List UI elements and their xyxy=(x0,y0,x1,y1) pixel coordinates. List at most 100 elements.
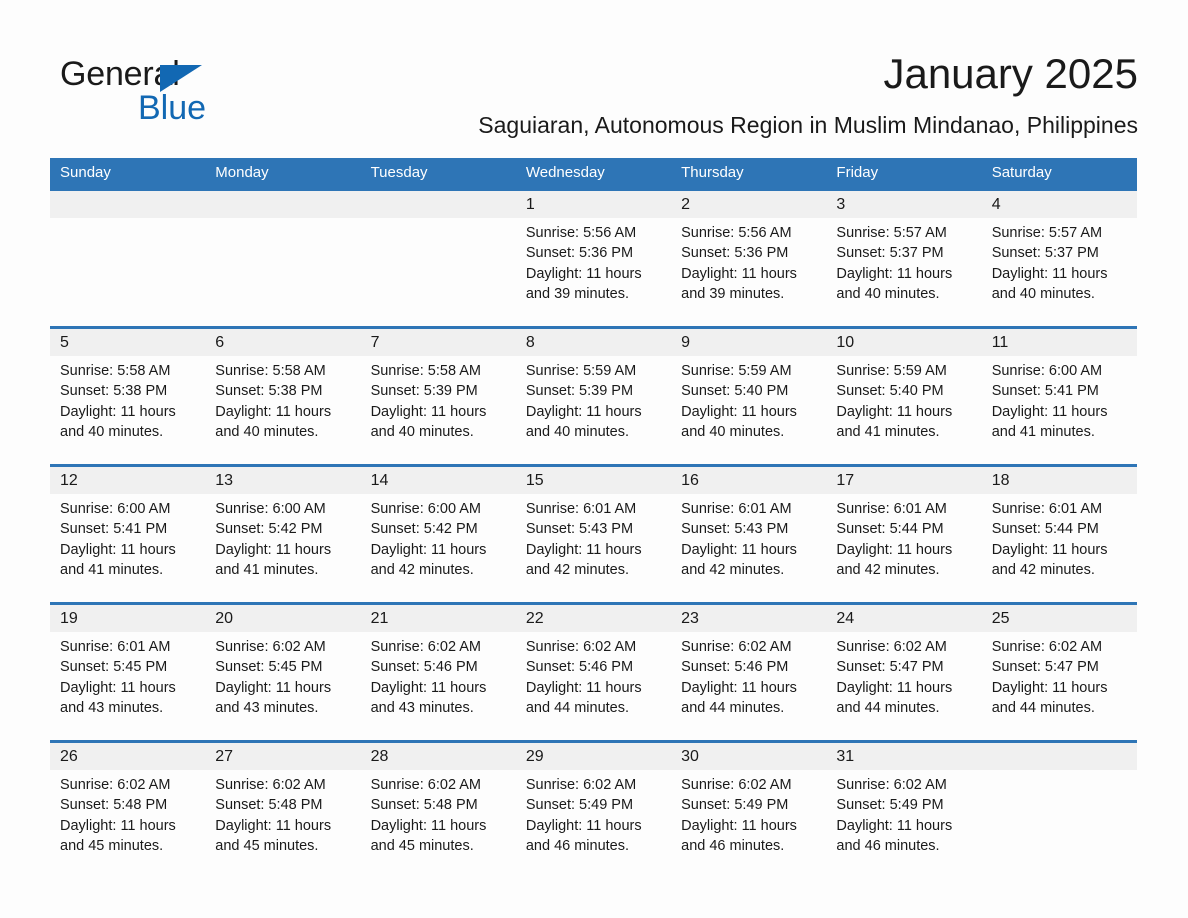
daylight-text: Daylight: 11 hours and 44 minutes. xyxy=(681,679,797,716)
day-cell[interactable]: Sunrise: 6:02 AM Sunset: 5:45 PM Dayligh… xyxy=(205,632,360,740)
day-cell[interactable]: Sunrise: 6:00 AM Sunset: 5:41 PM Dayligh… xyxy=(50,494,205,602)
sunrise-text: Sunrise: 6:00 AM xyxy=(60,501,171,517)
day-number[interactable] xyxy=(205,191,360,218)
daylight-text: Daylight: 11 hours and 39 minutes. xyxy=(525,265,642,302)
day-cell[interactable]: Sunrise: 6:02 AM Sunset: 5:49 PM Dayligh… xyxy=(826,770,981,878)
day-number[interactable]: 30 xyxy=(671,743,826,770)
daylight-text: Daylight: 11 hours and 40 minutes. xyxy=(60,403,176,440)
day-number[interactable]: 5 xyxy=(50,329,205,356)
day-number[interactable]: 13 xyxy=(205,467,360,494)
sunset-text: Sunset: 5:36 PM xyxy=(525,245,634,262)
day-number[interactable]: 22 xyxy=(516,605,671,632)
sunrise-text: Sunrise: 5:58 AM xyxy=(60,363,171,379)
day-cell[interactable] xyxy=(50,218,205,326)
day-cell[interactable]: Sunrise: 6:01 AM Sunset: 5:45 PM Dayligh… xyxy=(50,632,205,740)
day-cell[interactable]: Sunrise: 5:59 AM Sunset: 5:40 PM Dayligh… xyxy=(826,356,981,464)
day-cell[interactable]: Sunrise: 5:59 AM Sunset: 5:40 PM Dayligh… xyxy=(671,356,826,464)
day-number[interactable]: 10 xyxy=(826,329,981,356)
weekday-header-thursday: Thursday xyxy=(681,164,744,181)
sunrise-text: Sunrise: 5:56 AM xyxy=(525,225,637,241)
day-cell[interactable]: Sunrise: 6:00 AM Sunset: 5:42 PM Dayligh… xyxy=(361,494,516,602)
day-cell[interactable]: Sunrise: 5:58 AM Sunset: 5:38 PM Dayligh… xyxy=(205,356,360,464)
day-number[interactable]: 1 xyxy=(516,191,671,218)
day-cell[interactable]: Sunrise: 5:58 AM Sunset: 5:39 PM Dayligh… xyxy=(361,356,516,464)
sunset-text: Sunset: 5:38 PM xyxy=(60,383,168,400)
day-cell[interactable]: Sunrise: 6:02 AM Sunset: 5:46 PM Dayligh… xyxy=(516,632,671,740)
day-cell[interactable]: Sunrise: 5:57 AM Sunset: 5:37 PM Dayligh… xyxy=(982,218,1137,326)
sunrise-text: Sunrise: 6:02 AM xyxy=(991,639,1103,655)
day-cell[interactable]: Sunrise: 6:00 AM Sunset: 5:41 PM Dayligh… xyxy=(982,356,1137,464)
day-cell[interactable]: Sunrise: 5:56 AM Sunset: 5:36 PM Dayligh… xyxy=(516,218,671,326)
day-number[interactable]: 24 xyxy=(826,605,981,632)
day-number[interactable]: 26 xyxy=(50,743,205,770)
day-cell[interactable]: Sunrise: 6:02 AM Sunset: 5:46 PM Dayligh… xyxy=(361,632,516,740)
day-cell[interactable]: Sunrise: 6:01 AM Sunset: 5:43 PM Dayligh… xyxy=(516,494,671,602)
day-cell[interactable]: Sunrise: 6:02 AM Sunset: 5:48 PM Dayligh… xyxy=(361,770,516,878)
day-cell[interactable]: Sunrise: 5:59 AM Sunset: 5:39 PM Dayligh… xyxy=(516,356,671,464)
day-number[interactable]: 7 xyxy=(361,329,516,356)
day-number[interactable]: 15 xyxy=(516,467,671,494)
day-cell[interactable]: Sunrise: 6:02 AM Sunset: 5:48 PM Dayligh… xyxy=(205,770,360,878)
sunset-text: Sunset: 5:44 PM xyxy=(836,521,944,538)
sunrise-text: Sunrise: 6:01 AM xyxy=(836,501,947,517)
day-number[interactable]: 28 xyxy=(361,743,516,770)
day-cell[interactable]: Sunrise: 6:02 AM Sunset: 5:46 PM Dayligh… xyxy=(671,632,826,740)
day-cell[interactable]: Sunrise: 5:58 AM Sunset: 5:38 PM Dayligh… xyxy=(50,356,205,464)
day-cell[interactable]: Sunrise: 6:00 AM Sunset: 5:42 PM Dayligh… xyxy=(205,494,360,602)
sunrise-text: Sunrise: 6:02 AM xyxy=(60,777,171,793)
sunset-text: Sunset: 5:49 PM xyxy=(836,797,944,814)
sunrise-text: Sunrise: 6:01 AM xyxy=(525,501,637,517)
day-number[interactable]: 2 xyxy=(671,191,826,218)
day-number[interactable]: 21 xyxy=(361,605,516,632)
day-number[interactable]: 27 xyxy=(205,743,360,770)
day-number[interactable]: 9 xyxy=(671,329,826,356)
day-cell[interactable]: Sunrise: 6:01 AM Sunset: 5:43 PM Dayligh… xyxy=(671,494,826,602)
day-number[interactable]: 23 xyxy=(671,605,826,632)
day-number[interactable]: 31 xyxy=(826,743,981,770)
daylight-text: Daylight: 11 hours and 43 minutes. xyxy=(370,679,487,716)
day-number[interactable] xyxy=(361,191,516,218)
day-cell[interactable] xyxy=(361,218,516,326)
day-number[interactable]: 20 xyxy=(205,605,360,632)
general-blue-logo[interactable]: General Blue xyxy=(60,54,320,134)
daylight-text: Daylight: 11 hours and 40 minutes. xyxy=(836,265,953,302)
day-cell[interactable] xyxy=(205,218,360,326)
day-cell[interactable]: Sunrise: 6:02 AM Sunset: 5:47 PM Dayligh… xyxy=(826,632,981,740)
day-number[interactable]: 11 xyxy=(982,329,1137,356)
sunset-text: Sunset: 5:45 PM xyxy=(215,659,323,676)
sunrise-text: Sunrise: 6:01 AM xyxy=(991,501,1103,517)
day-cell[interactable] xyxy=(982,770,1137,878)
calendar-grid: Sunday Monday Tuesday Wednesday Thursday… xyxy=(50,158,1137,878)
day-number[interactable]: 18 xyxy=(982,467,1137,494)
day-number[interactable]: 14 xyxy=(361,467,516,494)
day-number[interactable]: 8 xyxy=(516,329,671,356)
day-cell[interactable]: Sunrise: 6:02 AM Sunset: 5:49 PM Dayligh… xyxy=(671,770,826,878)
day-cell[interactable]: Sunrise: 5:57 AM Sunset: 5:37 PM Dayligh… xyxy=(826,218,981,326)
sunrise-text: Sunrise: 6:02 AM xyxy=(370,639,481,655)
day-cell[interactable]: Sunrise: 6:02 AM Sunset: 5:47 PM Dayligh… xyxy=(982,632,1137,740)
daylight-text: Daylight: 11 hours and 40 minutes. xyxy=(525,403,642,440)
sunset-text: Sunset: 5:43 PM xyxy=(681,521,789,538)
week-date-band: 12 13 14 15 16 17 18 xyxy=(50,467,1137,494)
day-number[interactable] xyxy=(50,191,205,218)
day-number[interactable]: 6 xyxy=(205,329,360,356)
day-number[interactable]: 16 xyxy=(671,467,826,494)
sunrise-text: Sunrise: 6:00 AM xyxy=(370,501,481,517)
day-number[interactable]: 3 xyxy=(826,191,981,218)
day-number[interactable]: 4 xyxy=(982,191,1137,218)
day-number[interactable]: 12 xyxy=(50,467,205,494)
day-cell[interactable]: Sunrise: 6:01 AM Sunset: 5:44 PM Dayligh… xyxy=(826,494,981,602)
sunrise-text: Sunrise: 6:02 AM xyxy=(681,639,792,655)
daylight-text: Daylight: 11 hours and 39 minutes. xyxy=(681,265,797,302)
day-number[interactable]: 25 xyxy=(982,605,1137,632)
day-cell[interactable]: Sunrise: 6:02 AM Sunset: 5:48 PM Dayligh… xyxy=(50,770,205,878)
day-cell[interactable]: Sunrise: 5:56 AM Sunset: 5:36 PM Dayligh… xyxy=(671,218,826,326)
day-number[interactable]: 17 xyxy=(826,467,981,494)
day-number[interactable]: 29 xyxy=(516,743,671,770)
daylight-text: Daylight: 11 hours and 43 minutes. xyxy=(215,679,332,716)
day-cell[interactable]: Sunrise: 6:02 AM Sunset: 5:49 PM Dayligh… xyxy=(516,770,671,878)
day-number[interactable]: 19 xyxy=(50,605,205,632)
week-date-band: 5 6 7 8 9 10 11 xyxy=(50,329,1137,356)
day-number[interactable] xyxy=(982,743,1137,770)
day-cell[interactable]: Sunrise: 6:01 AM Sunset: 5:44 PM Dayligh… xyxy=(982,494,1137,602)
